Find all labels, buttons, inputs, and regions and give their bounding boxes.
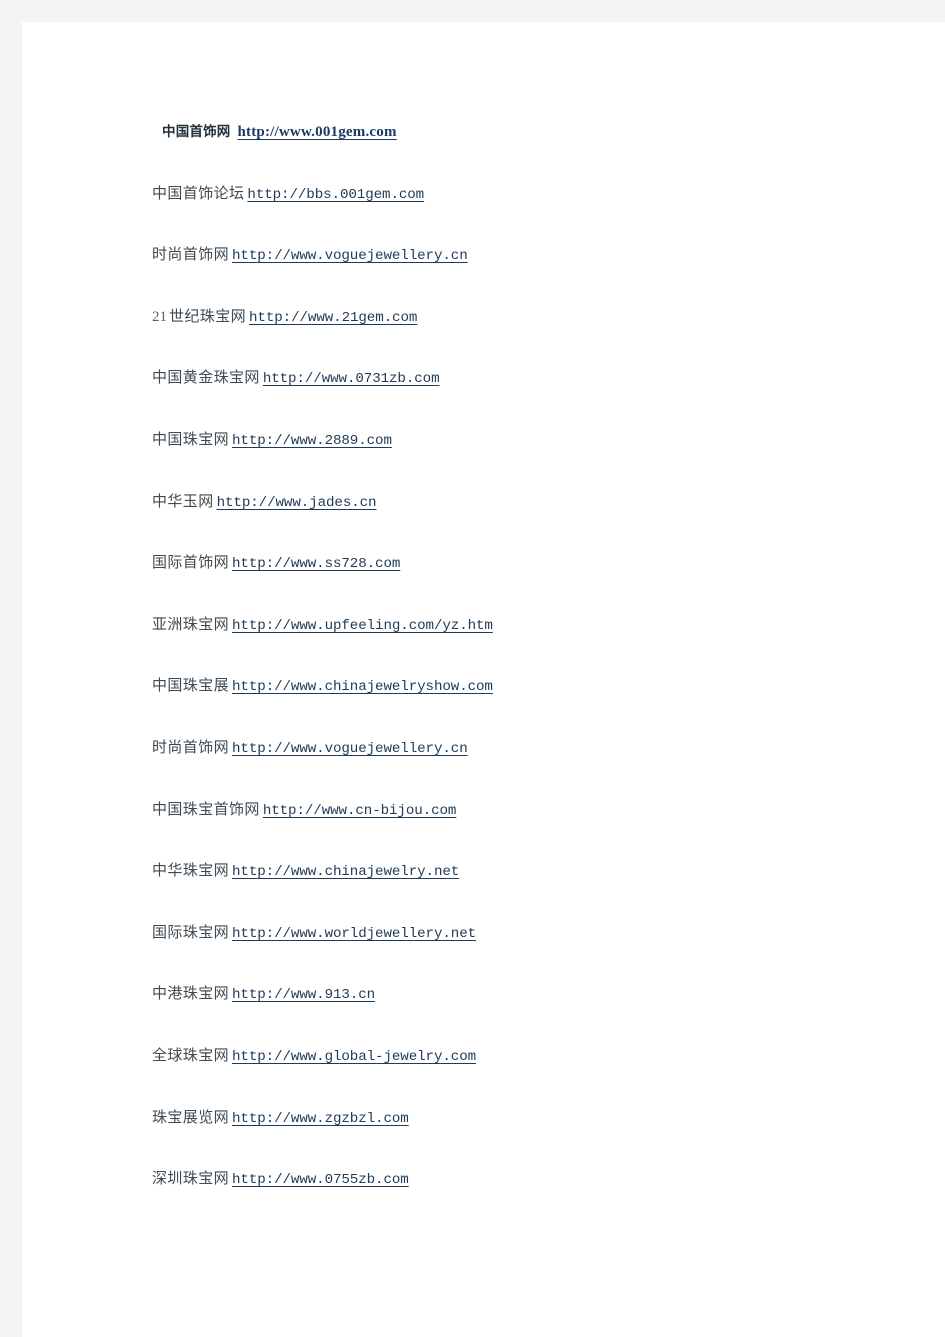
link-label-number-prefix: 21 xyxy=(152,308,167,325)
link-row: 中华珠宝网 http://www.chinajewelry.net xyxy=(152,861,892,923)
link-label: 珠宝展览网 xyxy=(152,1108,230,1126)
link-row: 全球珠宝网 http://www.global-jewelry.com xyxy=(152,1046,892,1108)
link-row: 中国珠宝展 http://www.chinajewelryshow.com xyxy=(152,676,892,738)
link-label: 中国珠宝展 xyxy=(152,677,230,695)
link-url[interactable]: http://www.global-jewelry.com xyxy=(232,1049,476,1065)
link-row: 时尚首饰网 http://www.voguejewellery.cn xyxy=(152,738,892,800)
link-url[interactable]: http://www.0731zb.com xyxy=(263,371,440,387)
link-row: 国际珠宝网 http://www.worldjewellery.net xyxy=(152,923,892,985)
link-url[interactable]: http://www.ss728.com xyxy=(232,556,400,572)
link-row: 时尚首饰网 http://www.voguejewellery.cn xyxy=(152,245,892,307)
link-row: 国际首饰网 http://www.ss728.com xyxy=(152,553,892,615)
link-label: 深圳珠宝网 xyxy=(152,1170,230,1188)
link-url[interactable]: http://www.chinajewelryshow.com xyxy=(232,679,493,695)
link-row: 中港珠宝网 http://www.913.cn xyxy=(152,984,892,1046)
link-row: 深圳珠宝网 http://www.0755zb.com xyxy=(152,1169,892,1231)
link-row: 21 世纪珠宝网 http://www.21gem.com xyxy=(152,307,892,369)
link-url[interactable]: http://www.upfeeling.com/yz.htm xyxy=(232,618,493,634)
link-url[interactable]: http://www.913.cn xyxy=(232,987,375,1003)
link-list: 中国首饰网 http://www.001gem.com 中国首饰论坛 http://b… xyxy=(152,122,892,1231)
link-url[interactable]: http://bbs.001gem.com xyxy=(247,187,424,203)
link-label: 中华玉网 xyxy=(152,492,214,510)
link-url[interactable]: http://www.chinajewelry.net xyxy=(232,864,459,880)
link-url[interactable]: http://www.2889.com xyxy=(232,433,392,449)
link-label: 时尚首饰网 xyxy=(152,738,230,756)
document-page: 中国首饰网 http://www.001gem.com 中国首饰论坛 http://b… xyxy=(22,22,945,1337)
link-url[interactable]: http://www.jades.cn xyxy=(217,495,377,511)
link-label: 亚洲珠宝网 xyxy=(152,615,230,633)
link-label: 国际珠宝网 xyxy=(152,923,230,941)
link-label: 中国珠宝首饰网 xyxy=(152,800,260,818)
link-label: 世纪珠宝网 xyxy=(169,307,247,325)
link-row: 中国珠宝网 http://www.2889.com xyxy=(152,430,892,492)
link-label: 中国珠宝网 xyxy=(152,430,230,448)
link-label: 全球珠宝网 xyxy=(152,1046,230,1064)
link-url[interactable]: http://www.voguejewellery.cn xyxy=(232,741,468,757)
link-url[interactable]: http://www.zgzbzl.com xyxy=(232,1111,409,1127)
link-url[interactable]: http://www.cn-bijou.com xyxy=(263,803,457,819)
link-row: 中国首饰网 http://www.001gem.com xyxy=(152,122,892,184)
link-row: 亚洲珠宝网 http://www.upfeeling.com/yz.htm xyxy=(152,615,892,677)
link-label: 中港珠宝网 xyxy=(152,985,230,1003)
link-row: 中国珠宝首饰网 http://www.cn-bijou.com xyxy=(152,800,892,862)
link-label: 国际首饰网 xyxy=(152,554,230,572)
link-label: 中国首饰网 xyxy=(162,124,231,139)
link-url[interactable]: http://www.21gem.com xyxy=(249,310,417,326)
link-url[interactable]: http://www.voguejewellery.cn xyxy=(232,248,468,264)
link-url[interactable]: http://www.worldjewellery.net xyxy=(232,926,476,942)
link-label: 中华珠宝网 xyxy=(152,862,230,880)
link-url[interactable]: http://www.001gem.com xyxy=(238,124,397,140)
link-label: 中国首饰论坛 xyxy=(152,184,245,202)
link-label: 中国黄金珠宝网 xyxy=(152,369,260,387)
link-row: 珠宝展览网 http://www.zgzbzl.com xyxy=(152,1108,892,1170)
link-row: 中华玉网 http://www.jades.cn xyxy=(152,492,892,554)
link-row: 中国黄金珠宝网 http://www.0731zb.com xyxy=(152,368,892,430)
link-label: 时尚首饰网 xyxy=(152,246,230,264)
link-url[interactable]: http://www.0755zb.com xyxy=(232,1172,409,1188)
link-row: 中国首饰论坛 http://bbs.001gem.com xyxy=(152,184,892,246)
